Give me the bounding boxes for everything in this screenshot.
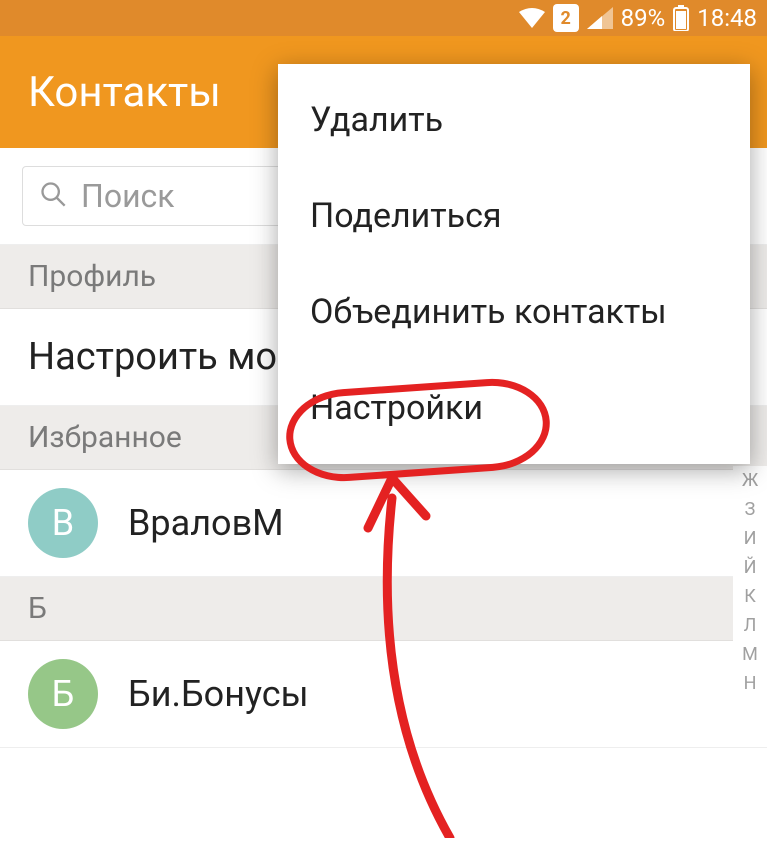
sim-number: 2 (561, 8, 571, 29)
menu-item-merge-contacts[interactable]: Объединить контакты (278, 264, 750, 360)
index-letter[interactable]: И (744, 524, 757, 553)
avatar: Б (28, 659, 98, 729)
status-icons: 2 89% 18:48 (519, 4, 757, 32)
alphabet-index[interactable]: Ж З И Й К Л М Н (733, 466, 767, 698)
search-placeholder: Поиск (81, 177, 175, 215)
search-icon (39, 180, 67, 212)
index-letter[interactable]: Н (744, 669, 757, 698)
index-letter[interactable]: Й (744, 553, 757, 582)
avatar: В (28, 488, 98, 558)
letter-header-b: Б (0, 577, 767, 641)
contact-row-bibonusy[interactable]: Б Би.Бонусы (0, 641, 767, 748)
contact-row-vralovm[interactable]: В ВраловМ (0, 470, 767, 577)
contact-name: ВраловМ (128, 502, 284, 544)
index-letter[interactable]: М (742, 640, 758, 669)
menu-item-share[interactable]: Поделиться (278, 168, 750, 264)
battery-icon (673, 5, 689, 31)
page-title: Контакты (28, 68, 221, 117)
overflow-menu: Удалить Поделиться Объединить контакты Н… (278, 64, 750, 464)
index-letter[interactable]: Л (744, 611, 757, 640)
clock: 18:48 (697, 4, 757, 32)
sim-card-icon: 2 (553, 4, 579, 32)
status-bar: 2 89% 18:48 (0, 0, 767, 36)
index-letter[interactable]: З (745, 495, 756, 524)
menu-item-delete[interactable]: Удалить (278, 72, 750, 168)
index-letter[interactable]: Ж (742, 466, 758, 495)
wifi-icon (519, 8, 545, 28)
battery-percent: 89% (621, 4, 666, 32)
index-letter[interactable]: К (744, 582, 756, 611)
menu-item-settings[interactable]: Настройки (278, 360, 750, 456)
signal-icon (587, 7, 613, 29)
contact-name: Би.Бонусы (128, 673, 309, 715)
